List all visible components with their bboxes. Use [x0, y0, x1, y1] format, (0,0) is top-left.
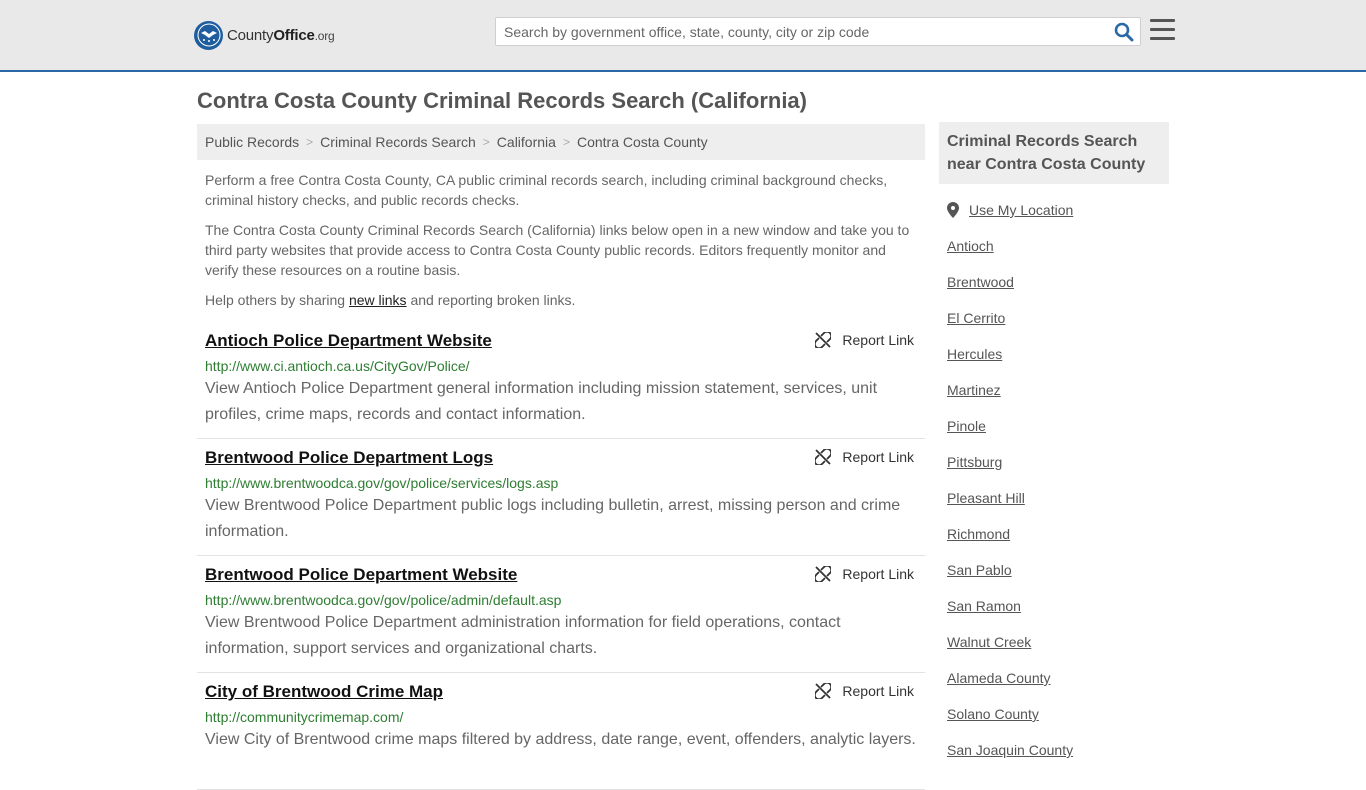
hamburger-menu-icon[interactable] — [1150, 19, 1175, 41]
sidebar-nearby-list: Use My Location Antioch Brentwood El Cer… — [947, 200, 1169, 776]
record-listings: Antioch Police Department Website Report… — [197, 322, 925, 790]
breadcrumb: Public Records > Criminal Records Search… — [197, 124, 925, 160]
new-links-link[interactable]: new links — [349, 292, 407, 308]
report-link-label: Report Link — [842, 683, 914, 699]
broken-link-icon — [815, 332, 832, 348]
listing-description: View Antioch Police Department general i… — [205, 380, 878, 423]
sidebar-item-brentwood[interactable]: Brentwood — [947, 272, 1169, 308]
sidebar-item-richmond[interactable]: Richmond — [947, 524, 1169, 560]
county-seal-icon — [194, 20, 223, 50]
sidebar-item-pleasant-hill[interactable]: Pleasant Hill — [947, 488, 1169, 524]
breadcrumb-public-records[interactable]: Public Records — [205, 134, 299, 150]
broken-link-icon — [815, 566, 832, 582]
listing-url: http://www.brentwoodca.gov/gov/police/ad… — [205, 592, 562, 608]
sidebar-item-san-pablo[interactable]: San Pablo — [947, 560, 1169, 596]
chevron-right-icon: > — [482, 135, 490, 149]
map-pin-icon — [947, 202, 959, 218]
report-link-button[interactable]: Report Link — [815, 566, 914, 582]
broken-link-icon — [815, 449, 832, 465]
intro-text: Perform a free Contra Costa County, CA p… — [205, 170, 917, 320]
listing-title-link[interactable]: Brentwood Police Department Logs — [205, 448, 493, 468]
sidebar-item-antioch[interactable]: Antioch — [947, 236, 1169, 272]
report-link-label: Report Link — [842, 449, 914, 465]
intro-paragraph: The Contra Costa County Criminal Records… — [205, 222, 910, 278]
use-location-row: Use My Location — [947, 200, 1169, 220]
list-item: Brentwood Police Department Website Repo… — [197, 556, 925, 673]
sidebar-item-alameda-county[interactable]: Alameda County — [947, 668, 1169, 704]
breadcrumb-contra-costa-county[interactable]: Contra Costa County — [577, 134, 708, 150]
sidebar-item-san-ramon[interactable]: San Ramon — [947, 596, 1169, 632]
report-link-button[interactable]: Report Link — [815, 449, 914, 465]
listing-title-link[interactable]: Antioch Police Department Website — [205, 331, 492, 351]
listing-description: View Brentwood Police Department adminis… — [205, 614, 841, 657]
intro-paragraph: Perform a free Contra Costa County, CA p… — [205, 172, 888, 208]
share-links-note: Help others by sharing new links and rep… — [205, 292, 576, 308]
listing-url: http://www.brentwoodca.gov/gov/police/se… — [205, 475, 559, 491]
chevron-right-icon: > — [306, 135, 314, 149]
sidebar-item-solano-county[interactable]: Solano County — [947, 704, 1169, 740]
report-link-button[interactable]: Report Link — [815, 683, 914, 699]
search-input[interactable] — [496, 18, 1096, 45]
top-header: CountyOffice.org — [0, 0, 1366, 72]
logo-wordmark: CountyOffice.org — [227, 26, 335, 44]
listing-description: View Brentwood Police Department public … — [205, 497, 901, 540]
list-item: Antioch Police Department Website Report… — [197, 322, 925, 439]
use-my-location-link[interactable]: Use My Location — [969, 202, 1073, 218]
sidebar-item-pittsburg[interactable]: Pittsburg — [947, 452, 1169, 488]
listing-title-link[interactable]: City of Brentwood Crime Map — [205, 682, 443, 702]
report-link-label: Report Link — [842, 332, 914, 348]
listing-description: View City of Brentwood crime maps filter… — [205, 731, 916, 748]
sidebar-heading: Criminal Records Search near Contra Cost… — [939, 122, 1169, 184]
list-item: Brentwood Police Department Logs Report … — [197, 439, 925, 556]
search-box — [495, 17, 1141, 46]
chevron-right-icon: > — [562, 135, 570, 149]
list-item: City of Brentwood Crime Map Report Link … — [197, 673, 925, 790]
page-title: Contra Costa County Criminal Records Sea… — [197, 88, 807, 113]
broken-link-icon — [815, 683, 832, 699]
listing-title-link[interactable]: Brentwood Police Department Website — [205, 565, 517, 585]
listing-url: http://communitycrimemap.com/ — [205, 709, 404, 725]
sidebar-item-pinole[interactable]: Pinole — [947, 416, 1169, 452]
sidebar-item-martinez[interactable]: Martinez — [947, 380, 1169, 416]
search-icon[interactable] — [1114, 22, 1134, 42]
breadcrumb-california[interactable]: California — [497, 134, 556, 150]
sidebar-item-walnut-creek[interactable]: Walnut Creek — [947, 632, 1169, 668]
sidebar-item-san-joaquin-county[interactable]: San Joaquin County — [947, 740, 1169, 776]
sidebar-item-hercules[interactable]: Hercules — [947, 344, 1169, 380]
listing-url: http://www.ci.antioch.ca.us/CityGov/Poli… — [205, 358, 470, 374]
report-link-button[interactable]: Report Link — [815, 332, 914, 348]
breadcrumb-criminal-records-search[interactable]: Criminal Records Search — [320, 134, 476, 150]
report-link-label: Report Link — [842, 566, 914, 582]
site-logo[interactable]: CountyOffice.org — [194, 20, 335, 50]
sidebar-item-el-cerrito[interactable]: El Cerrito — [947, 308, 1169, 344]
